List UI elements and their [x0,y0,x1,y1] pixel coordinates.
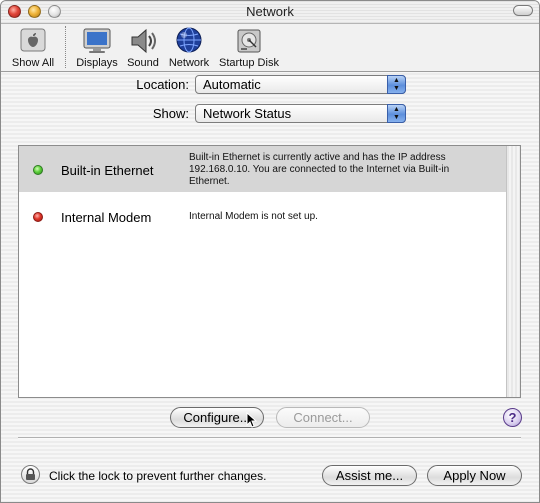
toolbar-toggle-button[interactable] [513,5,533,16]
toolbar-label: Show All [11,57,55,69]
window-title: Network [246,4,294,19]
title-bar[interactable]: Network [1,1,539,24]
apply-now-button[interactable]: Apply Now [427,465,522,486]
show-popup[interactable]: Network Status ▲ ▼ [195,104,406,123]
speaker-icon [131,28,156,54]
status-red-light-icon [33,212,43,222]
show-label: Show: [152,106,189,121]
show-value: Network Status [203,106,292,121]
port-name: Built-in Ethernet [61,163,154,178]
toolbar-network[interactable]: Network [167,26,211,69]
lock-button[interactable] [21,465,40,484]
location-popup[interactable]: Automatic ▲ ▼ [195,75,406,94]
toolbar-displays[interactable]: Displays [75,26,119,69]
toolbar-label: Network [168,57,210,69]
divider [18,437,521,439]
toolbar-label: Displays [76,57,118,69]
toolbar-show-all[interactable]: Show All [9,26,57,69]
toolbar-separator [65,26,66,68]
globe-icon [176,27,202,53]
lock-message: Click the lock to prevent further change… [49,469,267,483]
popup-arrows-icon: ▲ ▼ [387,75,406,94]
assist-me-button[interactable]: Assist me... [322,465,417,486]
status-green-light-icon [33,165,43,175]
popup-arrows-icon: ▲ ▼ [387,104,406,123]
list-item-internal-modem[interactable]: Internal Modem Internal Modem is not set… [19,202,507,230]
toolbar-startup-disk[interactable]: Startup Disk [217,26,281,69]
location-label: Location: [136,77,189,92]
toolbar-label: Sound [127,57,159,69]
connect-button[interactable]: Connect... [276,407,370,428]
port-name: Internal Modem [61,210,152,225]
display-icon [83,28,111,53]
network-status-list[interactable]: Built-in Ethernet Built-in Ethernet is c… [18,145,521,398]
list-item-built-in-ethernet[interactable]: Built-in Ethernet Built-in Ethernet is c… [19,146,507,192]
lock-icon [26,468,35,480]
list-scrollbar[interactable] [506,146,520,397]
location-value: Automatic [203,77,261,92]
network-preferences-window: Network Show All Displays Sound Network … [0,0,540,503]
mouse-pointer-icon [246,412,258,428]
toolbar: Show All Displays Sound Network Startup … [1,24,539,72]
help-button[interactable]: ? [503,408,522,427]
port-description: Built-in Ethernet is currently active an… [189,152,450,187]
toolbar-sound[interactable]: Sound [125,26,161,69]
apple-icon [20,28,46,52]
port-description: Internal Modem is not set up. [189,211,318,222]
hard-disk-icon [237,29,261,53]
toolbar-label: Startup Disk [219,57,279,69]
